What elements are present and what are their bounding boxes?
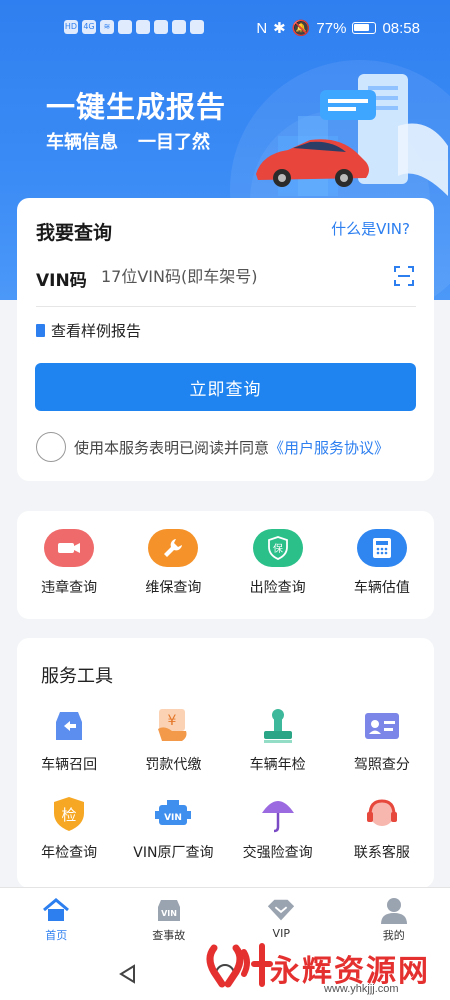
agree-radio[interactable] — [36, 432, 66, 462]
hero-subtitle-right: 一目了然 — [138, 132, 210, 153]
tool-compulsory-insurance[interactable]: 交强险查询 — [226, 794, 330, 862]
service-tools-card: 服务工具 车辆召回 ¥ 罚款代缴 车辆年检 驾照查分 检 年检查询 VIN VI… — [17, 638, 434, 888]
fine-glyph: ¥ — [168, 713, 177, 729]
app-icon — [190, 20, 204, 34]
car-illustration — [256, 74, 448, 196]
shield-glyph: 保 — [273, 542, 283, 555]
home-icon — [41, 896, 71, 924]
tool-label: 罚款代缴 — [145, 757, 202, 773]
battery-icon — [352, 22, 377, 34]
quick-action-insurance[interactable]: 保 出险查询 — [226, 529, 330, 597]
tool-label: 驾照查分 — [353, 757, 410, 773]
quick-actions-card: 违章查询 维保查询 保 出险查询 车辆估值 — [17, 511, 434, 619]
id-card-icon — [362, 706, 402, 746]
divider — [36, 306, 416, 307]
diamond-icon — [266, 896, 296, 924]
scan-icon[interactable] — [394, 266, 414, 286]
vin-car-glyph: VIN — [161, 909, 177, 918]
user-agreement-link[interactable]: 《用户服务协议》 — [269, 437, 389, 458]
hd-icon: HD — [64, 20, 78, 34]
clock: 08:58 — [382, 19, 420, 37]
fine-payment-icon: ¥ — [153, 706, 193, 746]
tool-inspection-query[interactable]: 检 年检查询 — [17, 794, 121, 862]
tool-vin-factory[interactable]: VIN VIN原厂查询 — [121, 794, 225, 862]
tool-vehicle-recall[interactable]: 车辆召回 — [17, 706, 121, 774]
battery-percent: 77% — [316, 19, 347, 37]
user-icon — [379, 896, 409, 924]
wrench-icon — [148, 529, 199, 567]
agree-text: 使用本服务表明已阅读并同意 — [74, 438, 270, 457]
engine-vin-icon: VIN — [153, 794, 193, 834]
hero-subtitle: 车辆信息 一目了然 — [46, 128, 210, 154]
sample-report-label: 查看样例报告 — [51, 322, 142, 340]
hero-subtitle-left: 车辆信息 — [46, 132, 118, 153]
inspection-glyph: 检 — [62, 806, 77, 824]
engine-vin-glyph: VIN — [164, 813, 182, 823]
calculator-icon — [356, 529, 407, 567]
what-is-vin-link[interactable]: 什么是VIN? — [331, 218, 410, 239]
quick-action-label: 车辆估值 — [353, 580, 410, 596]
section-title: 服务工具 — [41, 666, 113, 687]
sample-report-link[interactable]: 查看样例报告 — [36, 320, 141, 341]
agreement-row: 使用本服务表明已阅读并同意 《用户服务协议》 — [36, 432, 389, 462]
quick-action-label: 出险查询 — [249, 580, 306, 596]
tool-annual-inspection[interactable]: 车辆年检 — [226, 706, 330, 774]
nav-label: 查事故 — [152, 929, 186, 942]
tool-label: 车辆召回 — [41, 757, 98, 773]
umbrella-icon — [258, 794, 298, 834]
tool-label: 联系客服 — [353, 845, 410, 861]
tool-license-points[interactable]: 驾照查分 — [330, 706, 434, 774]
quick-action-valuation[interactable]: 车辆估值 — [330, 529, 434, 597]
back-icon[interactable] — [117, 963, 139, 985]
shield-icon: 保 — [252, 529, 303, 567]
quick-action-maintenance[interactable]: 维保查询 — [121, 529, 225, 597]
tool-label: 年检查询 — [41, 845, 98, 861]
document-icon — [36, 324, 45, 337]
query-card: 我要查询 什么是VIN? VIN码 查看样例报告 立即查询 使用本服务表明已阅读… — [17, 198, 434, 481]
quick-action-violation[interactable]: 违章查询 — [17, 529, 121, 597]
quick-action-label: 违章查询 — [41, 580, 98, 596]
watermark-url: www.yhkjjj.com — [324, 983, 399, 995]
vin-input[interactable] — [101, 260, 381, 292]
stamp-icon — [258, 706, 298, 746]
camera-icon — [44, 529, 95, 567]
vin-car-icon: VIN — [154, 896, 184, 924]
tool-label: VIN原厂查询 — [133, 845, 214, 861]
status-bar: HD 4G ≋ N ✱ 🔕 77% 08:58 — [0, 0, 450, 58]
mute-icon: 🔕 — [291, 20, 311, 37]
nav-home[interactable]: 首页 — [0, 888, 113, 949]
bluetooth-icon: ✱ — [273, 20, 286, 37]
nfc-icon: N — [256, 19, 268, 37]
wifi-icon: ≋ — [100, 20, 114, 34]
query-title: 我要查询 — [36, 222, 113, 244]
vin-label: VIN码 — [36, 271, 87, 291]
hero-title: 一键生成报告 — [46, 90, 227, 124]
tool-customer-service[interactable]: 联系客服 — [330, 794, 434, 862]
submit-query-button[interactable]: 立即查询 — [35, 363, 416, 411]
app-icon — [136, 20, 150, 34]
signal-icon: 4G — [82, 20, 96, 34]
app-icon — [154, 20, 168, 34]
nav-label: 首页 — [45, 929, 68, 942]
app-icon — [172, 20, 186, 34]
headset-icon — [362, 794, 402, 834]
tool-label: 车辆年检 — [249, 757, 306, 773]
app-icon — [118, 20, 132, 34]
quick-action-label: 维保查询 — [145, 580, 202, 596]
tool-label: 交强险查询 — [242, 845, 313, 861]
tool-fine-payment[interactable]: ¥ 罚款代缴 — [121, 706, 225, 774]
car-recall-icon — [49, 706, 89, 746]
inspection-shield-icon: 检 — [49, 794, 89, 834]
